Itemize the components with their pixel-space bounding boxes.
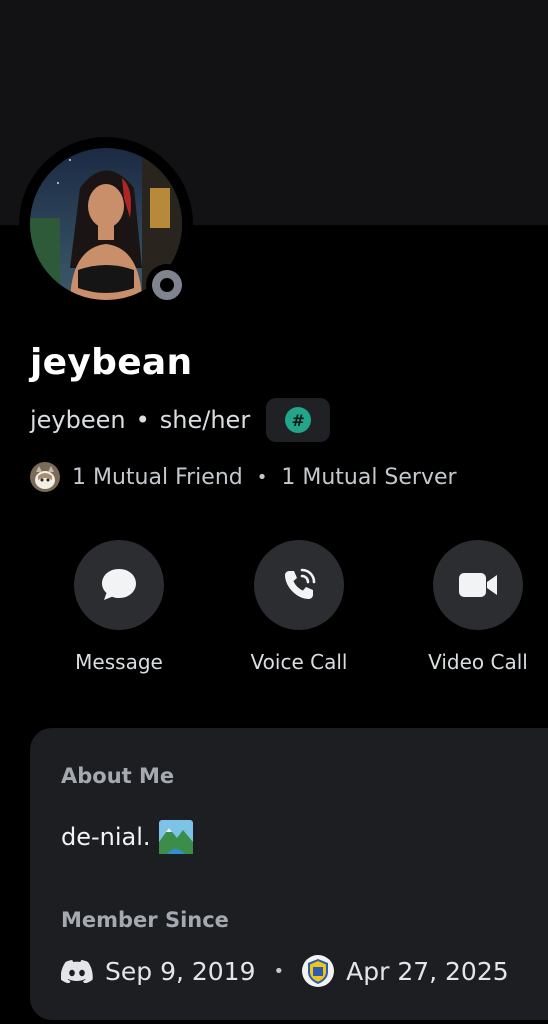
username: jeybeen xyxy=(30,406,126,434)
profile-info-card: About Me de-nial. Member Since Sep 9, 20… xyxy=(30,728,548,1020)
phone-icon xyxy=(285,568,316,599)
video-call-button-circle[interactable] xyxy=(433,540,523,630)
voice-call-button-circle[interactable] xyxy=(254,540,344,630)
display-name: jeybean xyxy=(30,342,193,383)
username-line: jeybeen • she/her # xyxy=(30,398,331,442)
video-call-label: Video Call xyxy=(428,650,528,674)
video-call-button[interactable]: Video Call xyxy=(403,540,548,674)
member-since-row: Sep 9, 2019 • Apr 27, 2025 xyxy=(60,955,509,987)
about-me-heading: About Me xyxy=(61,764,175,788)
discord-join-date: Sep 9, 2019 xyxy=(105,956,256,986)
message-button-circle[interactable] xyxy=(74,540,164,630)
voice-call-button[interactable]: Voice Call xyxy=(224,540,374,674)
server-icon xyxy=(302,955,335,987)
chat-bubble-icon xyxy=(102,569,136,600)
hashtag-icon: # xyxy=(285,407,312,433)
pronouns: she/her xyxy=(159,406,251,434)
message-label: Message xyxy=(75,650,163,674)
server-join-date: Apr 27, 2025 xyxy=(346,956,509,986)
member-since-heading: Member Since xyxy=(61,908,229,932)
server-tag-badge[interactable]: # xyxy=(266,398,331,442)
voice-call-label: Voice Call xyxy=(250,650,348,674)
mutual-servers-link[interactable]: 1 Mutual Server xyxy=(281,465,456,490)
discord-logo-icon xyxy=(60,959,93,984)
mutual-friends-link[interactable]: 1 Mutual Friend xyxy=(72,465,243,490)
separator-dot: • xyxy=(135,406,150,434)
mutual-friend-avatar[interactable] xyxy=(30,462,60,492)
landscape-emoji-icon xyxy=(158,820,193,854)
offline-status-icon xyxy=(152,270,182,300)
separator-dot: • xyxy=(273,960,285,982)
mutuals-row: 1 Mutual Friend • 1 Mutual Server xyxy=(30,462,457,492)
action-buttons: Message Voice Call Video Call xyxy=(0,540,548,680)
separator-dot: • xyxy=(256,466,268,488)
about-me-text: de-nial. xyxy=(61,820,193,854)
about-me-value: de-nial. xyxy=(61,823,151,851)
message-button[interactable]: Message xyxy=(44,540,194,674)
video-camera-icon xyxy=(459,573,497,597)
